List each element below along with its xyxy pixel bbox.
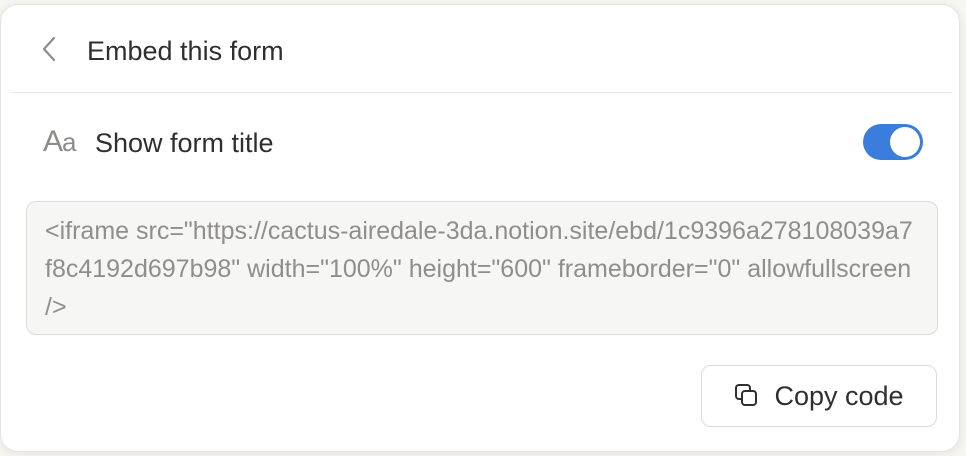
toggle-knob (890, 127, 920, 157)
chevron-left-icon (42, 36, 56, 62)
show-form-title-label: Show form title (95, 128, 274, 158)
copy-code-label: Copy code (774, 380, 904, 411)
aa-icon-big: A (43, 125, 63, 158)
copy-icon (735, 384, 758, 406)
embed-form-panel: Embed this form Aa Show form title <ifra… (0, 4, 960, 452)
show-form-title-toggle[interactable] (863, 124, 923, 160)
copy-code-button[interactable]: Copy code (701, 365, 937, 427)
panel-header: Embed this form (11, 5, 951, 93)
embed-code-field[interactable]: <iframe src="https://cactus-airedale-3da… (26, 201, 938, 335)
show-form-title-row: Aa Show form title (43, 119, 923, 165)
text-aa-icon: Aa (43, 124, 77, 160)
back-button[interactable] (33, 31, 65, 67)
aa-icon-small: a (62, 127, 77, 157)
page-title: Embed this form (87, 36, 284, 66)
